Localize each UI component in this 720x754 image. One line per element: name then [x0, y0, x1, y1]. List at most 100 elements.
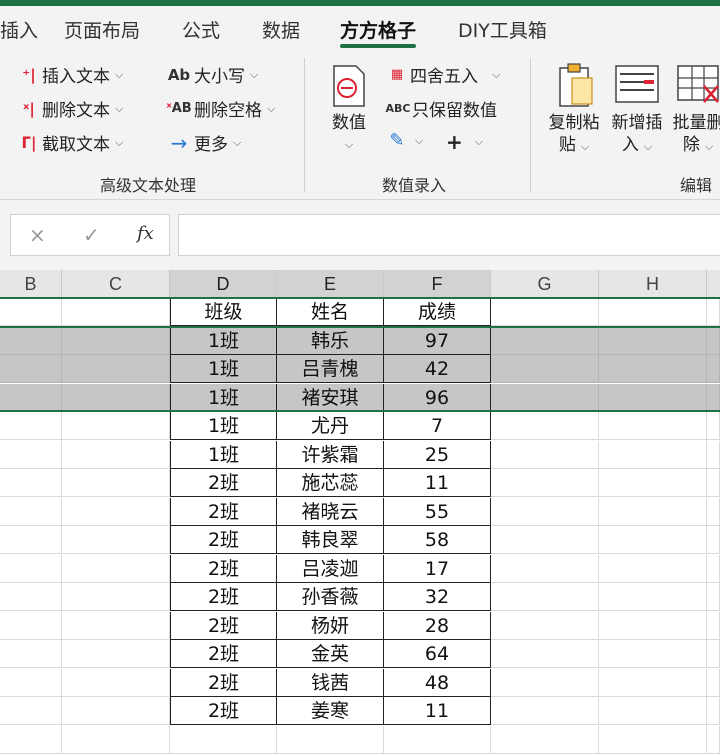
cell-e[interactable]: 褚晓云 [277, 497, 384, 526]
cell-e[interactable]: 姜寒 [277, 697, 384, 725]
cell-b[interactable] [0, 412, 62, 440]
column-header-next[interactable] [707, 270, 720, 298]
tab-fangfang[interactable]: 方方格子 [340, 16, 416, 43]
cell-g[interactable] [491, 583, 599, 611]
cell-e[interactable]: 吕凌迦 [277, 554, 384, 583]
cell-i[interactable] [707, 298, 720, 326]
cell-d[interactable] [170, 725, 277, 754]
cell-f[interactable]: 97 [384, 326, 491, 355]
cell-h[interactable] [599, 725, 707, 754]
cell-b[interactable] [0, 469, 62, 497]
cell-f[interactable]: 64 [384, 640, 491, 668]
cell-e[interactable]: 韩良翠 [277, 526, 384, 554]
cell-c[interactable] [62, 725, 170, 754]
cell-i[interactable] [707, 526, 720, 554]
cell-f[interactable]: 96 [384, 383, 491, 412]
cell-c[interactable] [62, 440, 170, 469]
cell-g[interactable] [491, 326, 599, 355]
more-button[interactable]: → 更多 ⌵ [164, 130, 242, 156]
cell-c[interactable] [62, 526, 170, 554]
cell-d[interactable]: 2班 [170, 469, 277, 497]
cell-d[interactable]: 2班 [170, 554, 277, 583]
cell-c[interactable] [62, 583, 170, 611]
cell-f[interactable]: 28 [384, 611, 491, 640]
cell-h[interactable] [599, 412, 707, 440]
cell-d[interactable]: 2班 [170, 697, 277, 725]
cell-h[interactable] [599, 326, 707, 355]
cell-d[interactable]: 1班 [170, 412, 277, 440]
cell-f[interactable]: 32 [384, 583, 491, 611]
tab-data[interactable]: 数据 [262, 16, 300, 43]
cell-b[interactable] [0, 611, 62, 640]
cell-b[interactable] [0, 640, 62, 668]
cell-c[interactable] [62, 611, 170, 640]
cell-i[interactable] [707, 469, 720, 497]
cell-d[interactable]: 1班 [170, 440, 277, 469]
cell-g[interactable] [491, 697, 599, 725]
cell-h[interactable] [599, 469, 707, 497]
column-header-c[interactable]: C [62, 270, 170, 298]
cell-f[interactable]: 17 [384, 554, 491, 583]
cell-c[interactable] [62, 497, 170, 526]
cell-f[interactable]: 7 [384, 412, 491, 440]
column-header-d[interactable]: D [170, 270, 277, 298]
cell-e[interactable]: 褚安琪 [277, 383, 384, 412]
cell-b[interactable] [0, 355, 62, 383]
cell-i[interactable] [707, 497, 720, 526]
cell-b[interactable] [0, 668, 62, 697]
cell-b[interactable] [0, 697, 62, 725]
edit-format-button[interactable]: ✎ ⌵ [384, 130, 423, 151]
cell-g[interactable] [491, 469, 599, 497]
cell-f[interactable]: 25 [384, 440, 491, 469]
column-header-f[interactable]: F [384, 270, 491, 298]
tab-formulas[interactable]: 公式 [182, 16, 220, 43]
cell-g[interactable] [491, 640, 599, 668]
cancel-icon[interactable]: × [29, 223, 46, 247]
cell-c[interactable] [62, 469, 170, 497]
delete-text-button[interactable]: ˣ| 删除文本 ⌵ [16, 96, 123, 122]
tab-insert[interactable]: 插入 [0, 16, 38, 43]
cell-h[interactable] [599, 355, 707, 383]
fx-icon[interactable]: fx [137, 223, 154, 244]
cell-d[interactable]: 2班 [170, 668, 277, 697]
confirm-icon[interactable]: ✓ [83, 223, 100, 247]
cell-h[interactable] [599, 554, 707, 583]
cell-c[interactable] [62, 640, 170, 668]
cell-i[interactable] [707, 725, 720, 754]
cell-e[interactable]: 孙香薇 [277, 583, 384, 611]
column-header-h[interactable]: H [599, 270, 707, 298]
cell-e[interactable]: 金英 [277, 640, 384, 668]
cell-h[interactable] [599, 583, 707, 611]
cell-c[interactable] [62, 412, 170, 440]
cell-e[interactable]: 杨妍 [277, 611, 384, 640]
cell-d[interactable]: 1班 [170, 326, 277, 355]
cell-f[interactable]: 11 [384, 469, 491, 497]
cell-i[interactable] [707, 440, 720, 469]
cell-e[interactable]: 钱茜 [277, 668, 384, 697]
cell-g[interactable] [491, 298, 599, 326]
tab-diy-toolbox[interactable]: DIY工具箱 [458, 16, 547, 43]
cell-f[interactable]: 11 [384, 697, 491, 725]
cell-d[interactable]: 2班 [170, 583, 277, 611]
cell-g[interactable] [491, 412, 599, 440]
extract-text-button[interactable]: ᒥ| 截取文本 ⌵ [16, 130, 124, 156]
cell-h[interactable] [599, 697, 707, 725]
cell-h[interactable] [599, 640, 707, 668]
cell-g[interactable] [491, 725, 599, 754]
cell-h[interactable] [599, 383, 707, 412]
cell-b[interactable] [0, 383, 62, 412]
cell-d[interactable]: 1班 [170, 383, 277, 412]
column-header-g[interactable]: G [491, 270, 599, 298]
cell-i[interactable] [707, 583, 720, 611]
cell-i[interactable] [707, 383, 720, 412]
cell-f[interactable]: 成绩 [384, 298, 491, 326]
column-header-b[interactable]: B [0, 270, 62, 298]
cell-i[interactable] [707, 668, 720, 697]
cell-b[interactable] [0, 583, 62, 611]
insert-text-button[interactable]: ⁺| 插入文本 ⌵ [16, 62, 123, 88]
cell-f[interactable]: 48 [384, 668, 491, 697]
formula-input[interactable] [178, 214, 720, 256]
cell-c[interactable] [62, 355, 170, 383]
cell-i[interactable] [707, 554, 720, 583]
value-button[interactable]: 数值 ⌵ [326, 112, 372, 156]
